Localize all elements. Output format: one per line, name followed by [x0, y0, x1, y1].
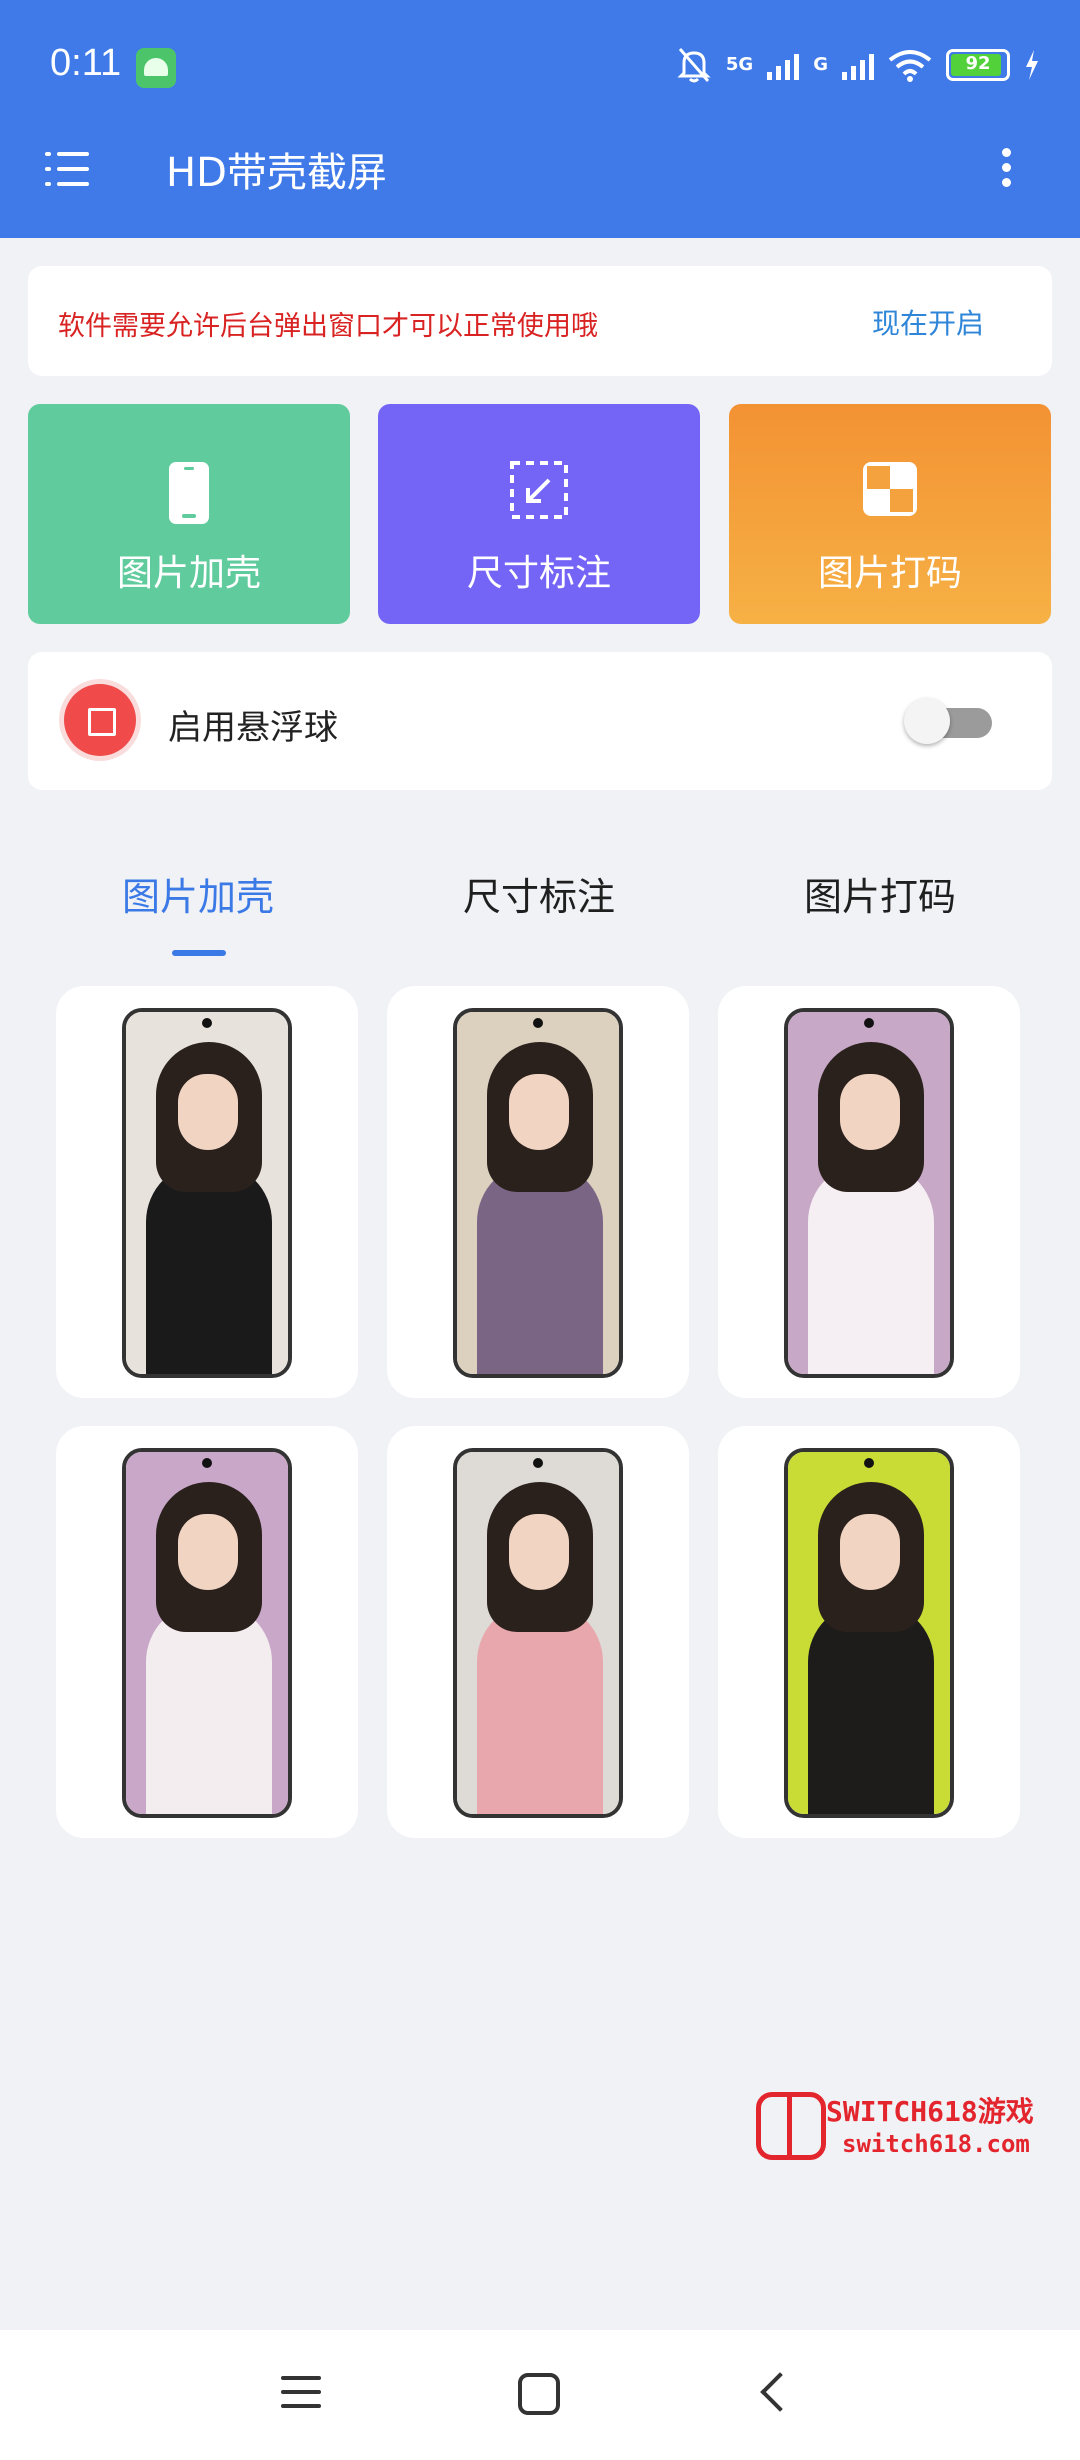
network-type-5g: 5G — [725, 54, 754, 75]
tool-dimension-button[interactable]: 尺寸标注 — [378, 404, 700, 624]
camera-hole-icon — [202, 1018, 212, 1028]
crop-icon — [64, 684, 136, 756]
phone-frame-preview — [453, 1008, 623, 1378]
status-icons: 5G G 92 — [676, 40, 1040, 90]
tool-label: 图片加壳 — [116, 553, 261, 594]
switch-logo-icon — [756, 2092, 826, 2160]
floating-ball-setting: 启用悬浮球 — [28, 652, 1052, 790]
phone-frame-preview — [122, 1008, 292, 1378]
gallery-item-2[interactable] — [387, 986, 689, 1398]
signal-icon-2 — [842, 50, 874, 80]
phone-frame-preview — [784, 1008, 954, 1378]
watermark-line-1: SWITCH618游戏 — [826, 2095, 1034, 2128]
charging-icon — [1026, 50, 1038, 80]
phone-frame-preview — [784, 1448, 954, 1818]
phone-frame-preview — [453, 1448, 623, 1818]
tool-label: 图片打码 — [817, 553, 962, 594]
notice-text: 软件需要允许后台弹出窗口才可以正常使用哦 — [58, 311, 598, 342]
status-time: 0:11 — [50, 42, 122, 84]
enable-now-button[interactable]: 现在开启 — [872, 302, 984, 342]
camera-hole-icon — [864, 1018, 874, 1028]
floating-ball-toggle[interactable] — [904, 698, 992, 744]
tab-phone-frame[interactable]: 图片加壳 — [122, 866, 274, 921]
phone-icon — [169, 462, 209, 524]
back-icon[interactable] — [760, 2372, 800, 2412]
tab-dimension[interactable]: 尺寸标注 — [463, 866, 615, 921]
app-header: 0:11 5G G 92 HD带壳截屏 — [0, 0, 1080, 238]
app-title: HD带壳截屏 — [166, 150, 387, 196]
gallery-item-3[interactable] — [718, 986, 1020, 1398]
battery-icon: 92 — [946, 49, 1010, 81]
watermark-line-2: switch618.com — [842, 2130, 1030, 2158]
phone-frame-preview — [122, 1448, 292, 1818]
camera-hole-icon — [202, 1458, 212, 1468]
resize-icon — [510, 461, 568, 519]
more-options-icon[interactable] — [1000, 148, 1012, 192]
gallery-item-4[interactable] — [56, 1426, 358, 1838]
camera-hole-icon — [864, 1458, 874, 1468]
tab-mosaic[interactable]: 图片打码 — [804, 866, 956, 921]
gallery-item-6[interactable] — [718, 1426, 1020, 1838]
watermark: SWITCH618游戏 switch618.com — [756, 2090, 1066, 2164]
tab-indicator — [172, 950, 226, 956]
wifi-icon — [888, 50, 932, 82]
mute-bell-icon — [677, 48, 711, 83]
mosaic-icon — [863, 462, 917, 516]
signal-icon — [767, 50, 800, 80]
permission-notice: 软件需要允许后台弹出窗口才可以正常使用哦 现在开启 — [28, 266, 1052, 376]
menu-icon[interactable] — [45, 150, 89, 190]
camera-hole-icon — [533, 1018, 543, 1028]
gallery-item-1[interactable] — [56, 986, 358, 1398]
gallery-item-5[interactable] — [387, 1426, 689, 1838]
tool-mosaic-button[interactable]: 图片打码 — [729, 404, 1051, 624]
android-notification-icon — [136, 48, 176, 88]
network-type-g: G — [813, 54, 828, 75]
tool-phone-frame-button[interactable]: 图片加壳 — [28, 404, 350, 624]
system-navigation-bar — [0, 2330, 1080, 2460]
floating-ball-label: 启用悬浮球 — [168, 708, 338, 748]
battery-level: 92 — [965, 53, 991, 74]
tool-label: 尺寸标注 — [466, 553, 611, 594]
home-icon[interactable] — [518, 2373, 560, 2415]
camera-hole-icon — [533, 1458, 543, 1468]
recent-apps-icon[interactable] — [281, 2374, 321, 2410]
